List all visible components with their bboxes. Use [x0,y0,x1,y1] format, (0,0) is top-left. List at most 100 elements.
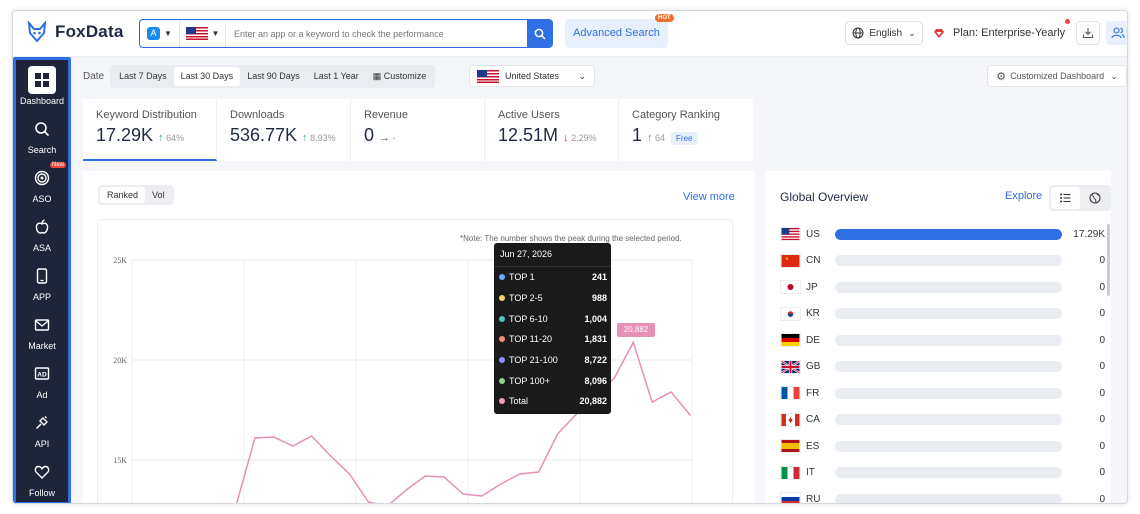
country-code: GB [806,361,821,372]
country-value: 0 [1099,387,1105,399]
sidebar-item-dashboard[interactable]: Dashboard [16,66,68,106]
sidebar-item-api[interactable]: API [16,409,68,449]
metric-revenue[interactable]: Revenue 0 → - [351,99,485,161]
range-last-30-days[interactable]: Last 30 Days [173,66,241,86]
sidebar-item-asa[interactable]: ASA [16,213,68,253]
data-point[interactable] [613,377,616,379]
language-selector[interactable]: English ⌄ [845,21,923,45]
list-view-button[interactable] [1051,187,1080,209]
toggle-vol[interactable]: Vol [145,187,172,203]
logo[interactable]: FoxData [27,21,123,43]
data-point[interactable] [310,435,313,437]
free-badge: Free [671,132,698,145]
metric-keyword-distribution[interactable]: Keyword Distribution 17.29K ↑ 64% [83,99,217,161]
data-point[interactable] [518,473,521,475]
explore-link[interactable]: Explore [1005,190,1042,202]
arrow-up-icon: ↑ [302,132,308,144]
share-bar [835,440,1062,452]
overview-row-de[interactable]: DE 0 [780,330,1105,350]
es-flag-icon [780,439,801,453]
country-code: CN [806,255,821,266]
data-point[interactable] [405,489,408,491]
metric-active-users[interactable]: Active Users 12.51M ↓ 2.29% [485,99,619,161]
sidebar-item-app[interactable]: APP [16,262,68,302]
tooltip-row: TOP 11-20 1,831 [494,329,611,350]
data-point[interactable] [556,433,559,435]
data-point[interactable] [254,437,256,439]
metric-downloads[interactable]: Downloads 536.77K ↑ 8.93% [217,99,351,161]
user-account-button[interactable] [1106,21,1127,45]
arrow-up-icon: ↑ [647,132,653,144]
chevron-down-icon: ⌄ [908,27,916,38]
overview-row-us[interactable]: US 17.29K [780,224,1105,244]
metric-value: 1 [632,125,643,145]
us-flag-icon [780,227,801,241]
overview-row-jp[interactable]: JP 0 [780,277,1105,297]
overview-row-cn[interactable]: ★ CN 0 [780,251,1105,271]
ru-flag-icon [780,492,801,503]
data-point[interactable] [651,401,653,403]
overview-row-ca[interactable]: CA 0 [780,410,1105,430]
chart-panel: Ranked Vol View more *Note: The number s… [83,171,755,504]
overview-row-es[interactable]: ES 0 [780,436,1105,456]
overview-row-it[interactable]: IT 0 [780,463,1105,483]
country-value: 0 [1099,493,1105,504]
series-line[interactable] [236,340,691,504]
map-view-button[interactable] [1080,187,1109,209]
data-point[interactable] [462,493,464,495]
view-more-link[interactable]: View more [683,191,735,203]
range-last-90-days[interactable]: Last 90 Days [240,67,307,86]
data-point[interactable] [348,473,351,475]
sidebar-item-search[interactable]: Search [16,115,68,155]
sidebar-item-follow[interactable]: Follow [16,458,68,498]
search-input[interactable] [226,28,527,39]
data-point[interactable] [670,391,672,393]
data-point[interactable] [367,501,370,503]
chevron-down-icon: ▼ [211,29,220,38]
data-point[interactable] [291,445,294,447]
download-icon [1082,28,1094,39]
range-customize[interactable]: ▦ Customize [366,67,434,86]
download-button[interactable] [1076,21,1100,45]
metric-category-ranking[interactable]: Category Ranking 1 ↑ 64 Free [619,99,753,161]
country-selector[interactable]: United States ⌄ [469,65,595,87]
range-last-7-days[interactable]: Last 7 Days [112,67,174,86]
app-store-icon: A [147,27,161,40]
advanced-search-button[interactable]: Advanced Search [565,19,668,48]
data-point[interactable] [329,455,332,457]
data-point[interactable] [424,475,426,477]
line-chart[interactable]: 25K 20K 15K [98,220,732,504]
share-bar [835,255,1062,266]
share-bar [835,281,1062,293]
overview-row-ru[interactable]: RU 0 [780,489,1105,504]
sidebar-item-ad[interactable]: AD Ad [16,360,68,400]
toggle-ranked[interactable]: Ranked [100,187,146,203]
country-flag-selector[interactable]: ▼ [180,20,226,47]
tooltip-series-value: 1,004 [584,313,607,324]
legend-dot-icon [499,357,505,364]
store-selector[interactable]: A ▼ [140,20,180,47]
search-box: A ▼ ▼ [139,19,553,48]
range-last-1-year[interactable]: Last 1 Year [307,67,366,86]
data-point[interactable] [537,471,540,473]
data-point[interactable] [632,341,635,344]
overview-row-fr[interactable]: FR 0 [780,383,1105,403]
customized-dashboard-button[interactable]: ⚙ Customized Dashboard ⌄ [987,65,1127,87]
country-code: IT [806,467,815,478]
sidebar-item-label: API [34,439,50,449]
data-point[interactable] [689,414,691,416]
overview-row-kr[interactable]: KR 0 [780,304,1105,324]
data-point[interactable] [443,476,445,478]
plan-indicator[interactable]: Plan: Enterprise-Yearly [933,21,1073,45]
data-point[interactable] [500,483,502,485]
diamond-icon [934,28,944,38]
us-flag-icon [477,69,499,83]
calendar-icon: ▦ [372,70,382,81]
data-point[interactable] [481,495,483,497]
search-button[interactable] [527,20,552,47]
sidebar-item-market[interactable]: Market [16,311,68,351]
overview-row-gb[interactable]: GB 0 [780,357,1105,377]
overview-scrollbar[interactable] [1107,224,1110,296]
sidebar-item-aso[interactable]: ASO New [16,162,68,204]
data-point[interactable] [273,436,275,438]
